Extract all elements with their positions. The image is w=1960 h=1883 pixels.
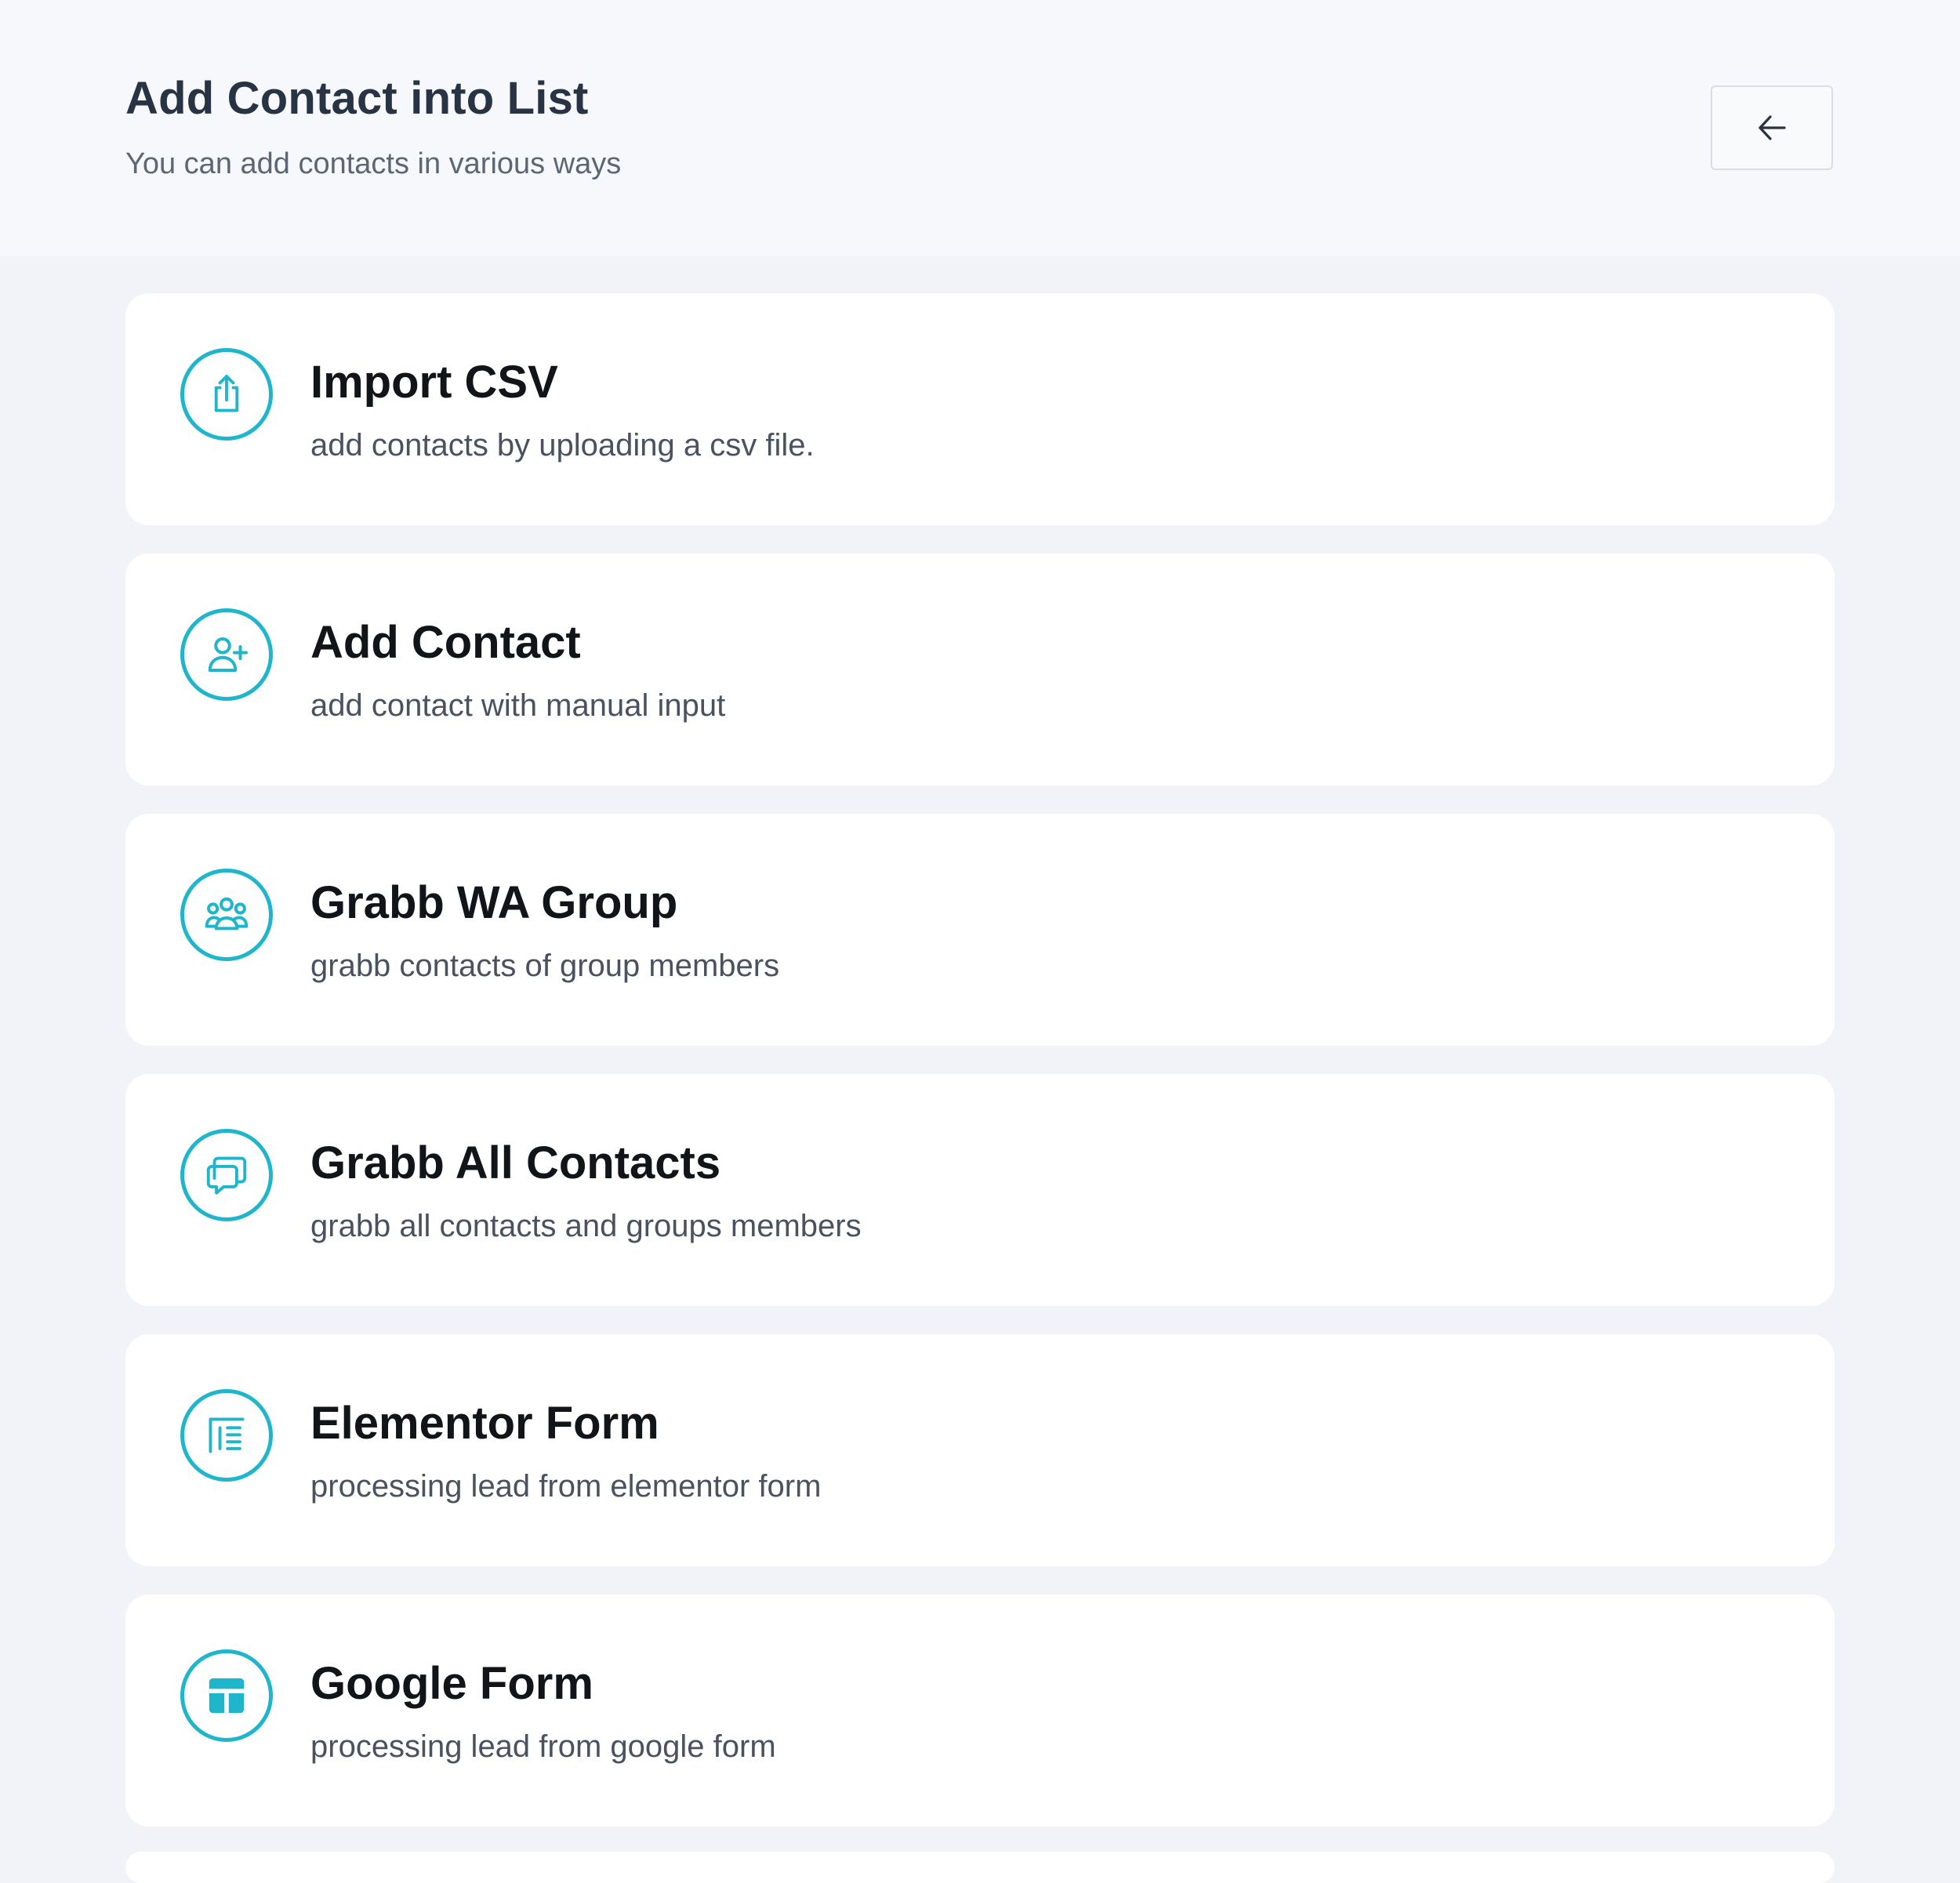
page-subtitle: You can add contacts in various ways [125, 147, 622, 180]
page-header: Add Contact into List You can add contac… [0, 0, 1960, 256]
google-form-icon [180, 1649, 273, 1742]
option-grabb-all-contacts[interactable]: Grabb All Contacts grabb all contacts an… [125, 1074, 1835, 1306]
option-description: processing lead from google form [310, 1729, 776, 1764]
option-google-form[interactable]: Google Form processing lead from google … [125, 1595, 1835, 1827]
option-import-csv[interactable]: Import CSV add contacts by uploading a c… [125, 293, 1835, 525]
option-grabb-wa-group[interactable]: Grabb WA Group grabb contacts of group m… [125, 814, 1835, 1046]
option-title: Elementor Form [310, 1398, 659, 1449]
arrow-left-icon [1759, 115, 1786, 140]
page-title: Add Contact into List [125, 73, 589, 124]
upload-icon [180, 348, 273, 441]
chat-bubbles-icon [180, 1129, 273, 1221]
option-description: grabb all contacts and groups members [310, 1209, 862, 1243]
back-button[interactable] [1711, 85, 1833, 170]
option-card-partial [125, 1852, 1835, 1883]
option-elementor-form[interactable]: Elementor Form processing lead from elem… [125, 1334, 1835, 1566]
option-title: Grabb All Contacts [310, 1137, 721, 1188]
option-description: processing lead from elementor form [310, 1469, 822, 1504]
option-title: Grabb WA Group [310, 877, 678, 928]
options-list: Import CSV add contacts by uploading a c… [125, 293, 1835, 1855]
option-add-contact[interactable]: Add Contact add contact with manual inpu… [125, 553, 1835, 785]
group-icon [180, 869, 273, 961]
option-title: Add Contact [310, 617, 581, 668]
option-description: grabb contacts of group members [310, 949, 780, 983]
option-title: Import CSV [310, 357, 558, 408]
user-add-icon [180, 608, 273, 701]
elementor-icon [180, 1389, 273, 1482]
option-description: add contact with manual input [310, 688, 726, 723]
option-description: add contacts by uploading a csv file. [310, 428, 815, 463]
option-title: Google Form [310, 1658, 593, 1709]
